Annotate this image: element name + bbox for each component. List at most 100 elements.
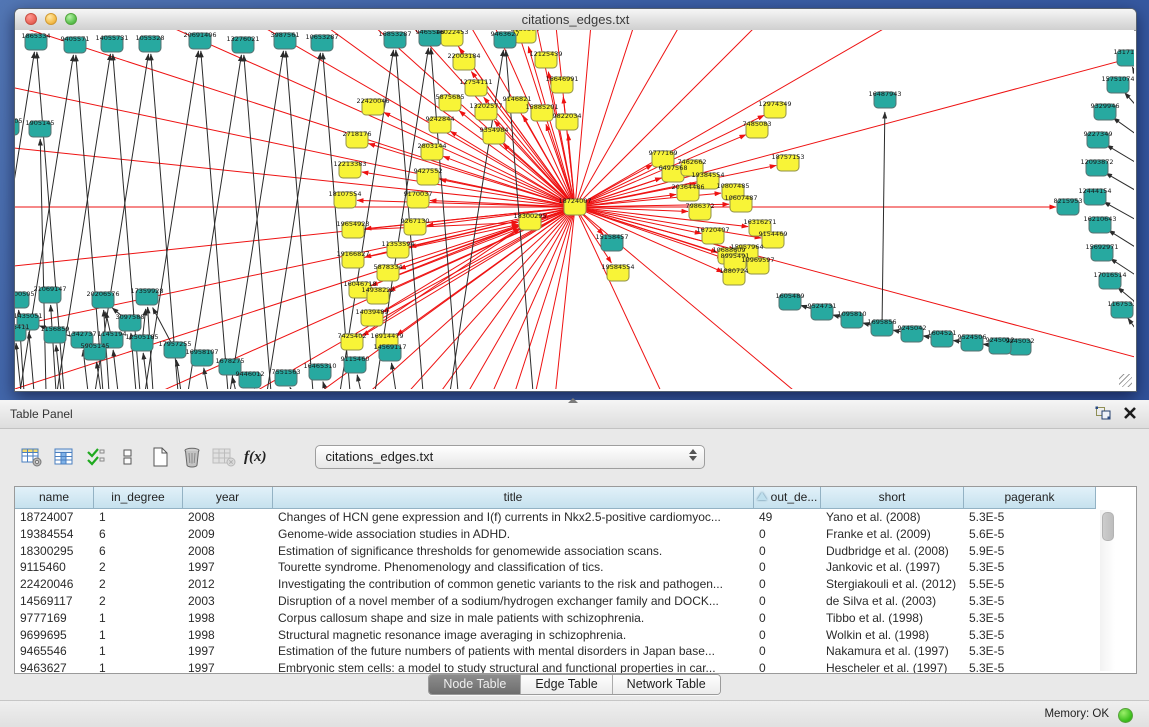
graph-node-label: 1880724 — [720, 267, 749, 275]
table-column-icon[interactable] — [52, 445, 76, 469]
cell-title: Changes of HCN gene expression and I(f) … — [273, 509, 754, 526]
cell-in-degree: 2 — [94, 576, 183, 593]
table-row[interactable]: 1938455462009Genome-wide association stu… — [15, 526, 1136, 543]
memory-status-label: Memory: OK — [1044, 701, 1109, 727]
column-header-name[interactable]: name — [15, 487, 94, 509]
cell-short: Yano et al. (2008) — [821, 509, 964, 526]
graph-node-label: 20206576 — [86, 290, 119, 298]
graph-node-label: 9405571 — [61, 35, 90, 43]
graph-node-label: 9777169 — [649, 149, 678, 157]
graph-node-label: 9822034 — [553, 112, 582, 120]
panel-splitter-handle[interactable] — [568, 398, 578, 403]
cell-year: 2003 — [183, 593, 273, 610]
cell-name: 9463627 — [15, 660, 94, 674]
cell-short: Hescheler et al. (1997) — [821, 660, 964, 674]
cell-out-de-: 0 — [754, 526, 821, 543]
table-panel-title: Table Panel — [10, 400, 73, 428]
cell-pagerank: 5.3E-5 — [964, 509, 1096, 526]
table-settings-icon[interactable] — [20, 445, 44, 469]
column-header-year[interactable]: year — [183, 487, 273, 509]
graph-node-label: 7986372 — [686, 202, 715, 210]
cell-name: 14569117 — [15, 593, 94, 610]
graph-node-label: 9427552 — [414, 167, 443, 175]
select-rows-icon[interactable] — [84, 445, 108, 469]
graph-edge — [575, 30, 1134, 207]
new-document-icon[interactable] — [148, 445, 172, 469]
graph-node-label: 9146821 — [503, 95, 532, 103]
tab-edge-table[interactable]: Edge Table — [520, 675, 611, 694]
table-toolbar: f(x) citations_edges.txt — [0, 430, 1149, 484]
table-panel: Table Panel — [0, 400, 1149, 727]
graph-node-label: 12213383 — [333, 160, 366, 168]
delete-table-icon[interactable] — [180, 445, 204, 469]
function-icon[interactable]: f(x) — [244, 449, 267, 466]
graph-edge — [575, 30, 1134, 207]
graph-edge — [286, 51, 313, 389]
cell-title: Investigating the contribution of common… — [273, 576, 754, 593]
cell-short: Franke et al. (2009) — [821, 526, 964, 543]
table-row[interactable]: 2242004622012Investigating the contribut… — [15, 576, 1136, 593]
graph-node-label: 12125439 — [529, 50, 562, 58]
graph-node-label: 16465310 — [303, 362, 336, 370]
graph-node-label: 2803144 — [418, 142, 447, 150]
table-row[interactable]: 946362711997Embryonic stem cells: a mode… — [15, 660, 1136, 674]
graph-node-label: 16646991 — [545, 75, 578, 83]
close-panel-icon[interactable] — [1123, 406, 1137, 420]
graph-node-label: 9242844 — [426, 115, 455, 123]
graph-edge — [353, 225, 518, 260]
tab-node-table[interactable]: Node Table — [429, 675, 520, 694]
column-header-short[interactable]: short — [821, 487, 964, 509]
graph-node-label: 15957964 — [730, 243, 763, 251]
graph-node-label: 20364486 — [671, 183, 704, 191]
graph-node-label: 21069147 — [33, 285, 66, 293]
cell-pagerank: 5.3E-5 — [964, 559, 1096, 576]
float-panel-icon[interactable] — [1095, 406, 1111, 420]
table-panel-header: Table Panel — [0, 400, 1149, 429]
graph-node-label: 10807485 — [716, 182, 749, 190]
graph-node-label: 22003184 — [447, 52, 480, 60]
cell-out-de-: 0 — [754, 660, 821, 674]
cell-short: Stergiakouli et al. (2012) — [821, 576, 964, 593]
table-vertical-scrollbar[interactable] — [1100, 510, 1115, 671]
graph-edge — [201, 51, 228, 389]
network-window: citations_edges.txt 18724007183002952242… — [14, 8, 1137, 392]
tab-network-table[interactable]: Network Table — [612, 675, 720, 694]
graph-edge — [29, 332, 34, 389]
table-row[interactable]: 977716911998Corpus callosum shape and si… — [15, 610, 1136, 627]
table-row[interactable]: 1830029562008Estimation of significance … — [15, 543, 1136, 560]
graph-node-label: 15158457 — [595, 233, 628, 241]
graph-node-label: 17016514 — [1093, 271, 1126, 279]
table-row[interactable]: 1456911722003Disruption of a novel membe… — [15, 593, 1136, 610]
graph-node-label: 1167533 — [1108, 300, 1134, 308]
graph-node-label: 3987561 — [271, 31, 300, 39]
graph-node-label: 7425402 — [338, 332, 367, 340]
cell-out-de-: 0 — [754, 576, 821, 593]
network-canvas[interactable]: 1872400718300295224200462718176122133831… — [15, 30, 1134, 389]
table-row[interactable]: 946554611997Estimation of the future num… — [15, 643, 1136, 660]
network-window-titlebar[interactable]: citations_edges.txt — [15, 9, 1136, 31]
cell-in-degree: 2 — [94, 593, 183, 610]
cell-out-de-: 0 — [754, 643, 821, 660]
graph-edge — [392, 363, 396, 389]
cell-title: Genome-wide association studies in ADHD. — [273, 526, 754, 543]
table-selector-dropdown[interactable]: citations_edges.txt — [315, 445, 705, 469]
graph-node-label: 1865334 — [22, 32, 51, 40]
table-row[interactable]: 1872400712008Changes of HCN gene express… — [15, 509, 1136, 526]
column-header-in-degree[interactable]: in_degree — [94, 487, 183, 509]
graph-node-label: 12444154 — [1078, 187, 1111, 195]
column-header-title[interactable]: title — [273, 487, 754, 509]
graph-node-label: 8215953 — [1054, 197, 1083, 205]
scrollbar-thumb[interactable] — [1102, 512, 1114, 541]
window-resize-grip[interactable] — [1119, 374, 1132, 387]
row-height-icon[interactable] — [116, 445, 140, 469]
graph-node-label: 1678275 — [216, 357, 245, 365]
cell-short: Dudbridge et al. (2008) — [821, 543, 964, 560]
graph-node-label: 9115460 — [341, 355, 370, 363]
cell-year: 1997 — [183, 643, 273, 660]
column-header-out-de-[interactable]: out_de... — [754, 487, 821, 509]
table-row[interactable]: 969969511998Structural magnetic resonanc… — [15, 627, 1136, 644]
table-row[interactable]: 911546021997Tourette syndrome. Phenomeno… — [15, 559, 1136, 576]
dropdown-stepper-icon — [689, 449, 697, 461]
column-header-pagerank[interactable]: pagerank — [964, 487, 1096, 509]
graph-edge — [575, 207, 1124, 389]
